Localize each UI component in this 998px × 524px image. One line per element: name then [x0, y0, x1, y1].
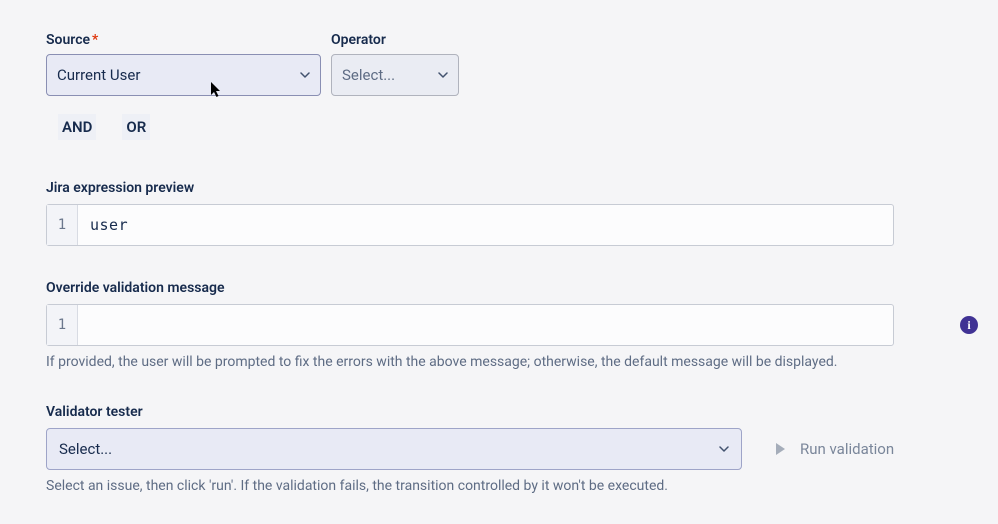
run-validation-label: Run validation — [800, 440, 894, 458]
override-value — [78, 305, 893, 345]
expression-preview-label: Jira expression preview — [46, 180, 952, 196]
chevron-down-icon — [300, 70, 310, 80]
mouse-cursor-icon — [210, 81, 224, 99]
operator-field-group: Operator Select... — [331, 32, 459, 96]
or-button[interactable]: OR — [122, 114, 150, 140]
required-asterisk: * — [92, 32, 98, 48]
source-select[interactable]: Current User — [46, 54, 321, 96]
source-select-value: Current User — [57, 66, 140, 84]
logic-operators: AND OR — [46, 114, 952, 140]
override-label: Override validation message — [46, 280, 952, 296]
expression-preview-box[interactable]: 1 user — [46, 204, 894, 246]
info-icon[interactable]: i — [960, 316, 978, 334]
chevron-down-icon — [719, 444, 729, 454]
validator-tester-section: Validator tester Select... Run validatio… — [46, 404, 952, 494]
line-number: 1 — [47, 305, 78, 345]
operator-placeholder: Select... — [342, 66, 395, 84]
operator-select[interactable]: Select... — [331, 54, 459, 96]
chevron-down-icon — [438, 70, 448, 80]
source-label: Source* — [46, 32, 321, 48]
run-validation-button[interactable]: Run validation — [762, 432, 904, 466]
override-helper-text: If provided, the user will be prompted t… — [46, 354, 952, 370]
tester-issue-select[interactable]: Select... — [46, 428, 742, 470]
and-button[interactable]: AND — [58, 114, 96, 140]
operator-label: Operator — [331, 32, 459, 48]
expression-preview-section: Jira expression preview 1 user — [46, 180, 952, 246]
source-label-text: Source — [46, 32, 90, 48]
tester-helper-text: Select an issue, then click 'run'. If th… — [46, 478, 952, 494]
line-number: 1 — [47, 205, 78, 245]
tester-label: Validator tester — [46, 404, 952, 420]
override-message-input[interactable]: 1 — [46, 304, 894, 346]
expression-code: user — [78, 205, 893, 245]
play-icon — [772, 441, 788, 457]
source-field-group: Source* Current User — [46, 32, 321, 96]
override-message-section: Override validation message 1 i If provi… — [46, 280, 952, 370]
tester-placeholder: Select... — [59, 440, 112, 458]
